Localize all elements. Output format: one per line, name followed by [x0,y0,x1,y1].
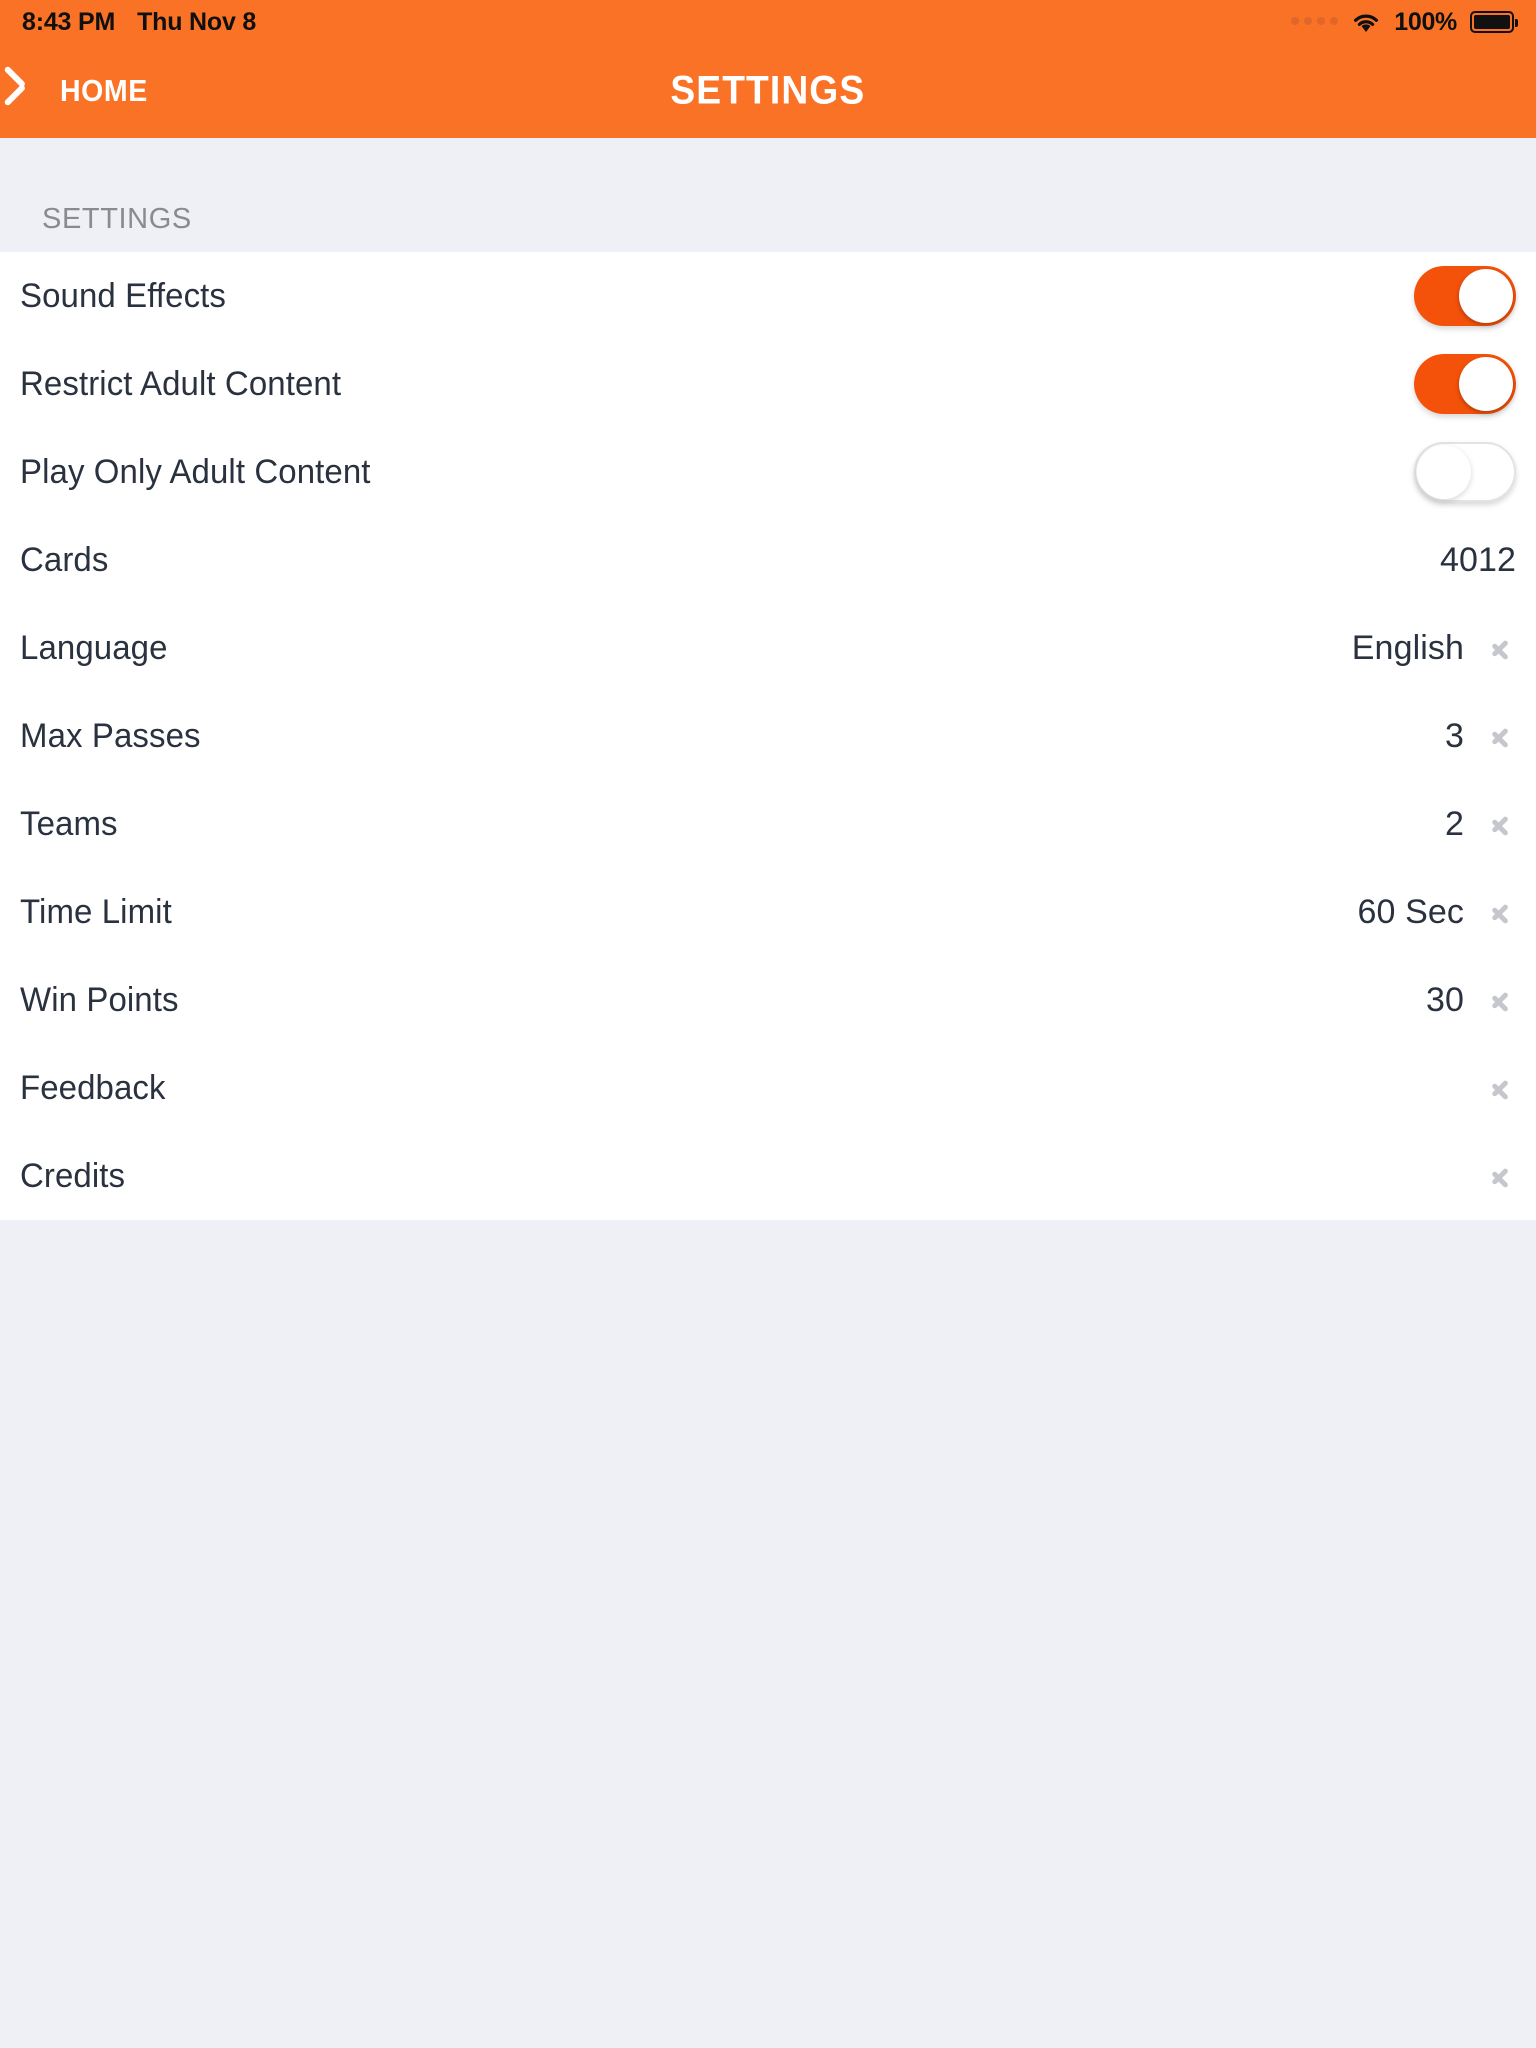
setting-row-cards: Cards 4012 [0,516,1536,604]
row-label: Credits [20,1156,126,1195]
status-bar-left: 8:43 PM Thu Nov 8 [22,8,256,37]
row-label: Restrict Adult Content [20,364,342,403]
row-label: Play Only Adult Content [20,452,371,491]
chevron-right-icon [1482,895,1516,929]
setting-row-win-points[interactable]: Win Points 30 [0,956,1536,1044]
battery-full-icon [1470,11,1518,33]
teams-value: 2 [1444,804,1464,843]
status-time: 8:43 PM [22,7,116,36]
settings-list: Sound Effects Restrict Adult Content Pla… [0,252,1536,1220]
row-control: 30 [1426,981,1516,1020]
status-bar-right: 100% [1291,7,1518,37]
chevron-right-icon [1482,1159,1516,1193]
row-control [1414,354,1516,414]
row-label: Win Points [20,980,179,1019]
row-label: Teams [20,804,118,843]
chevron-right-icon [1482,807,1516,841]
row-control [1482,1071,1516,1105]
row-control [1482,1159,1516,1193]
restrict-adult-content-toggle[interactable] [1414,354,1516,414]
row-control: 60 Sec [1358,893,1516,932]
status-bar: 8:43 PM Thu Nov 8 100% [0,0,1536,44]
row-label: Max Passes [20,716,201,755]
setting-row-max-passes[interactable]: Max Passes 3 [0,692,1536,780]
toggle-knob [1417,445,1471,499]
page-title-text: SETTINGS [670,68,866,113]
section-header: SETTINGS [0,138,1536,252]
row-label: Feedback [20,1068,166,1107]
signal-dots-icon [1291,17,1339,27]
setting-row-language[interactable]: Language English [0,604,1536,692]
section-header-label: SETTINGS [42,203,192,235]
row-label: Cards [20,540,109,579]
chevron-right-icon [1482,631,1516,665]
navigation-bar: HOME SETTINGS [0,44,1536,138]
setting-row-restrict-adult-content[interactable]: Restrict Adult Content [0,340,1536,428]
max-passes-value: 3 [1444,716,1464,755]
toggle-knob [1459,269,1513,323]
setting-row-sound-effects[interactable]: Sound Effects [0,252,1536,340]
setting-row-feedback[interactable]: Feedback [0,1044,1536,1132]
chevron-right-icon [1482,719,1516,753]
battery-percent-label: 100% [1394,7,1457,36]
status-date: Thu Nov 8 [137,7,257,36]
row-label: Language [20,628,168,667]
chevron-right-icon [1482,983,1516,1017]
setting-row-credits[interactable]: Credits [0,1132,1536,1220]
cards-value: 4012 [1439,540,1516,579]
row-control [1414,266,1516,326]
row-control [1414,442,1516,502]
setting-row-play-only-adult-content[interactable]: Play Only Adult Content [0,428,1536,516]
wifi-icon [1351,11,1381,33]
row-control: 4012 [1440,541,1516,580]
setting-row-time-limit[interactable]: Time Limit 60 Sec [0,868,1536,956]
toggle-knob [1459,357,1513,411]
row-label: Time Limit [20,892,172,931]
setting-row-teams[interactable]: Teams 2 [0,780,1536,868]
play-only-adult-content-toggle[interactable] [1414,442,1516,502]
language-value: English [1351,628,1464,667]
time-limit-value: 60 Sec [1357,892,1464,931]
row-label: Sound Effects [20,276,227,315]
sound-effects-toggle[interactable] [1414,266,1516,326]
chevron-right-icon [1482,1071,1516,1105]
row-control: English [1352,629,1516,668]
row-control: 2 [1445,805,1516,844]
win-points-value: 30 [1425,980,1464,1019]
row-control: 3 [1445,717,1516,756]
page-title: SETTINGS [0,69,1536,114]
settings-screen: 8:43 PM Thu Nov 8 100% HOME SETTINGS SET… [0,0,1536,2048]
